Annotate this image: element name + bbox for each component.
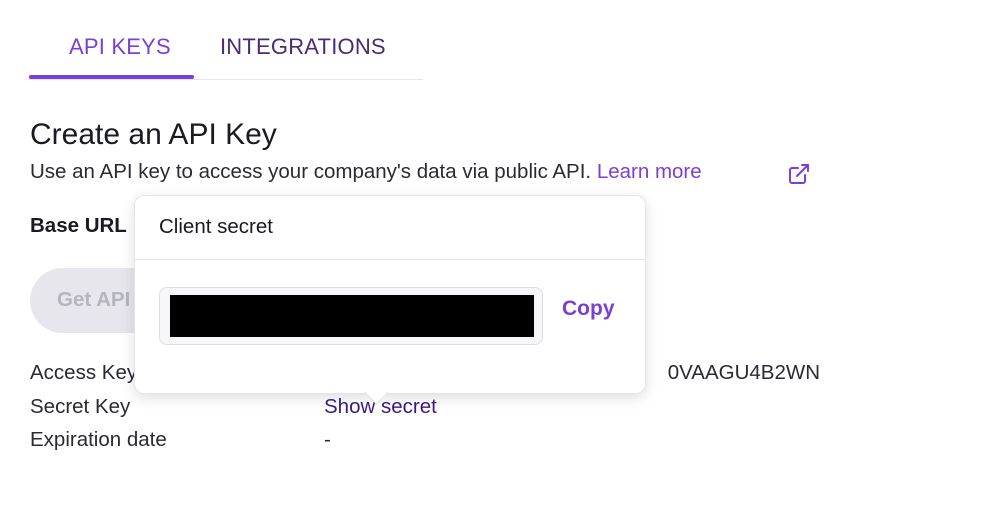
client-secret-field[interactable] — [159, 287, 543, 345]
get-api-key-button-label: Get API — [57, 288, 131, 311]
expiration-date-label: Expiration date — [30, 428, 167, 451]
expiration-date-value: - — [324, 428, 331, 451]
active-tab-indicator — [29, 75, 194, 79]
description-text: Use an API key to access your company's … — [30, 160, 592, 183]
tab-integrations[interactable]: INTEGRATIONS — [220, 34, 386, 60]
external-link-icon[interactable] — [787, 162, 811, 186]
base-url-label: Base URL — [30, 214, 127, 237]
page-title: Create an API Key — [30, 118, 277, 151]
popover-divider — [135, 259, 645, 260]
tab-bar: API KEYS INTEGRATIONS — [29, 0, 423, 80]
redacted-secret-value — [170, 295, 534, 337]
copy-secret-button[interactable]: Copy — [562, 297, 615, 321]
page-description: Use an API key to access your company's … — [30, 160, 702, 184]
access-key-label: Access Key — [30, 361, 138, 384]
tab-api-keys[interactable]: API KEYS — [69, 34, 171, 60]
client-secret-popover: Client secret Copy — [134, 195, 646, 405]
popover-title: Client secret — [159, 215, 273, 238]
secret-key-label: Secret Key — [30, 395, 131, 418]
learn-more-link[interactable]: Learn more — [597, 160, 702, 183]
